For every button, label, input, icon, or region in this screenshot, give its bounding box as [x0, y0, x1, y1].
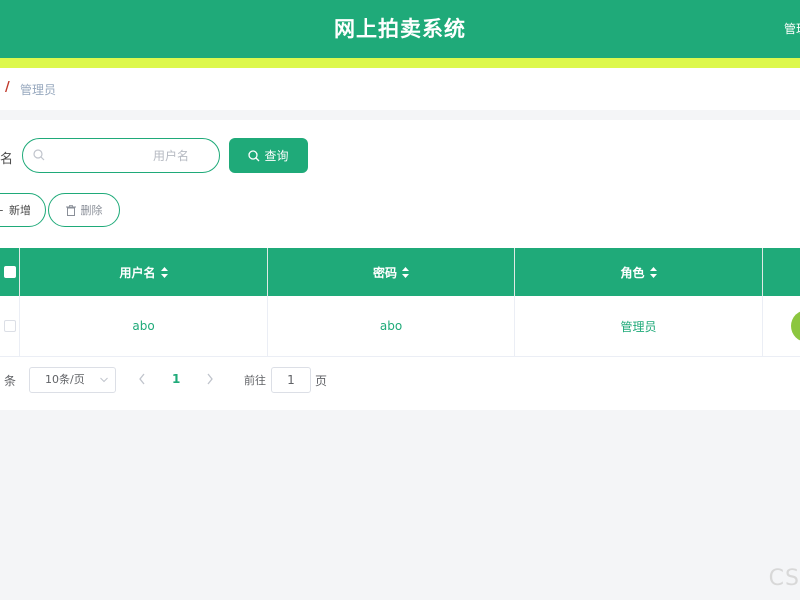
goto-page-input[interactable] [271, 367, 311, 393]
header-accent-stripe [0, 58, 800, 68]
page-unit-label: 页 [315, 374, 328, 388]
user-menu[interactable]: 管理员 [784, 0, 800, 58]
add-button-label: 新增 [9, 204, 31, 217]
select-all-checkbox[interactable] [3, 266, 16, 278]
delete-button-label: 删除 [80, 204, 103, 217]
add-button[interactable]: + 新增 [0, 193, 46, 227]
chevron-down-icon [100, 377, 108, 383]
sort-icon[interactable] [649, 266, 657, 278]
page-size-select[interactable]: 10条/页 [29, 367, 116, 393]
cell-password: abo [268, 296, 515, 356]
cell-role: 管理员 [515, 296, 763, 356]
delete-button[interactable]: 删除 [48, 193, 120, 227]
sort-icon[interactable] [402, 266, 409, 278]
app-title: 网上拍卖系统 [334, 17, 466, 41]
search-input[interactable] [55, 139, 215, 172]
goto-label: 前往 [244, 374, 266, 387]
column-header-actions [763, 248, 800, 296]
query-button[interactable]: 查询 [229, 138, 308, 173]
table-row[interactable]: abo abo 管理员 [0, 296, 800, 357]
breadcrumb-current: 管理员 [20, 83, 57, 97]
row-action-button[interactable] [791, 310, 800, 342]
chevron-right-icon[interactable] [206, 373, 214, 385]
search-field[interactable] [22, 138, 220, 173]
cell-username: abo [20, 296, 268, 356]
column-header-username[interactable]: 用户名 [20, 248, 268, 296]
column-label: 密码 [372, 265, 397, 280]
select-all-cell[interactable] [0, 248, 20, 296]
table-header: 用户名 密码 角色 [0, 248, 800, 296]
trash-icon [65, 204, 76, 216]
column-header-role[interactable]: 角色 [515, 248, 763, 296]
plus-icon: + [0, 204, 4, 217]
breadcrumb: / 管理员 [0, 68, 800, 110]
column-label: 用户名 [119, 265, 156, 280]
search-label: 名 [0, 152, 14, 167]
row-checkbox[interactable] [3, 320, 16, 332]
watermark: CS [768, 566, 800, 591]
search-icon [33, 149, 45, 161]
column-label: 角色 [620, 265, 645, 280]
cell-actions [763, 296, 800, 356]
pagination-total: 条 [4, 374, 17, 388]
chevron-left-icon[interactable] [138, 373, 146, 385]
query-button-label: 查询 [264, 149, 289, 163]
search-icon [248, 149, 260, 161]
sort-icon[interactable] [160, 266, 168, 278]
page-size-value: 10条/页 [45, 373, 85, 386]
breadcrumb-separator: / [5, 80, 10, 95]
row-select-cell[interactable] [0, 296, 20, 356]
pagination-current-page[interactable]: 1 [172, 372, 180, 386]
column-header-password[interactable]: 密码 [268, 248, 515, 296]
